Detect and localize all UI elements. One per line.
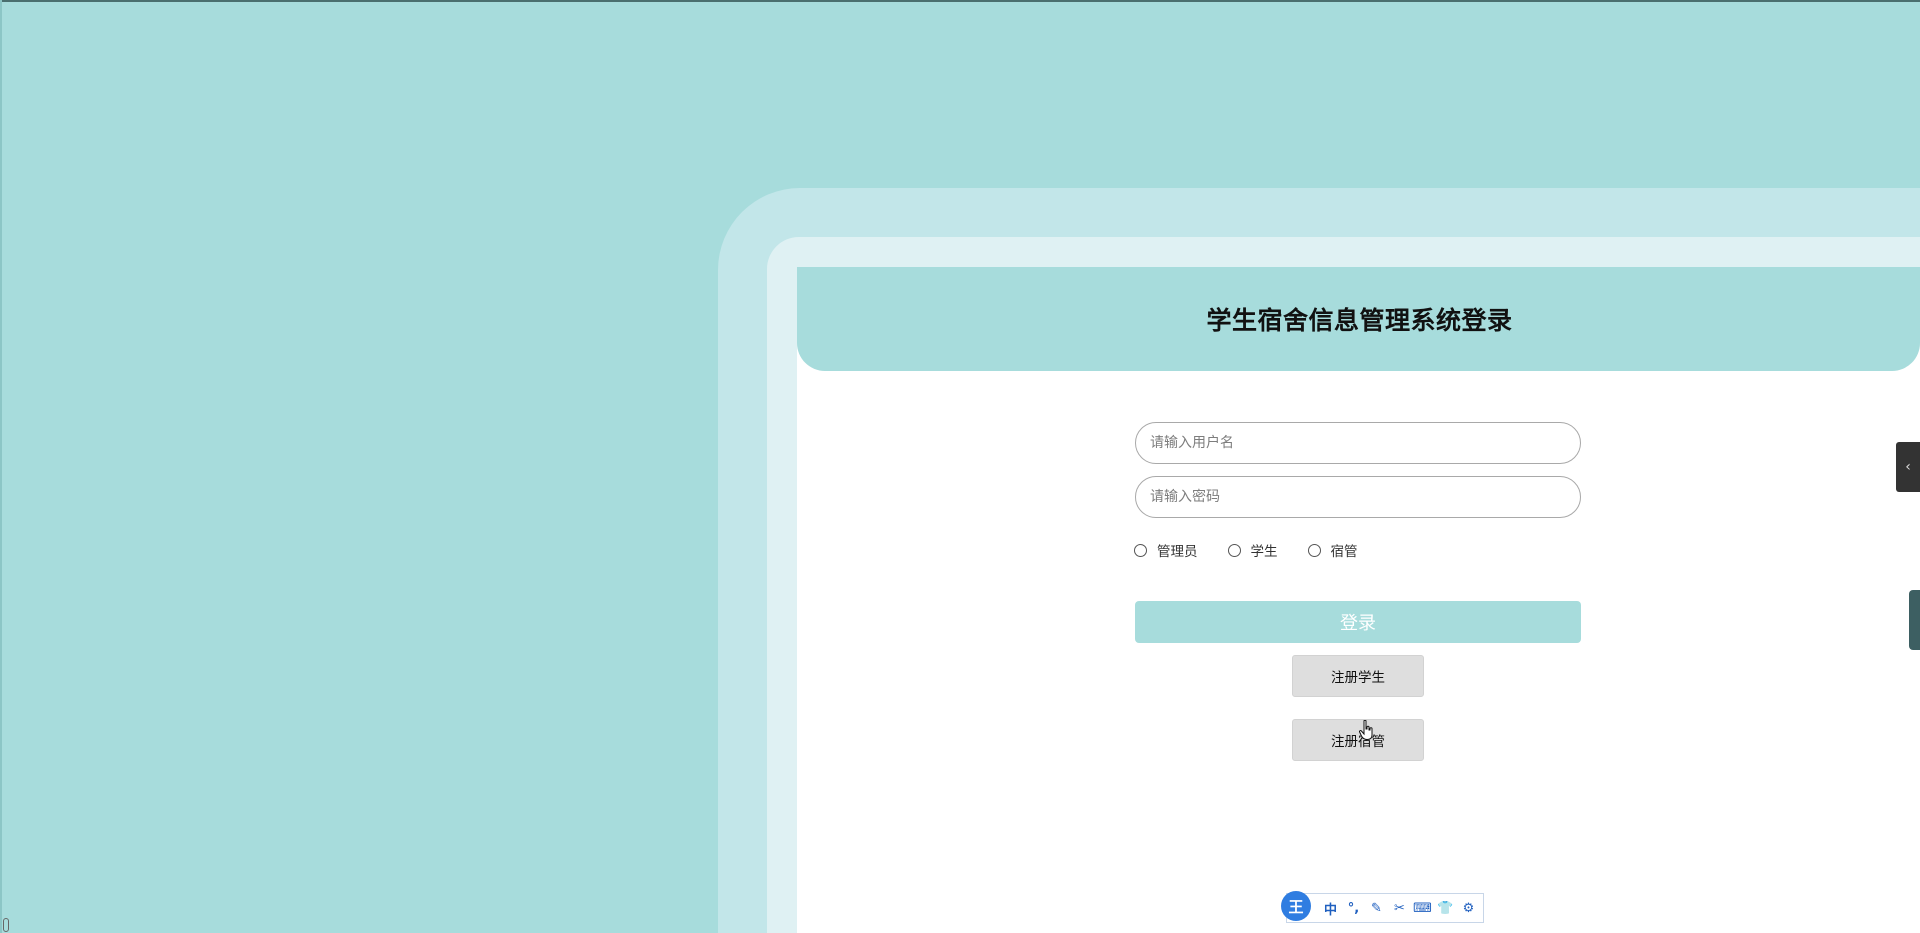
role-option-dorm-manager[interactable]: 宿管 bbox=[1307, 540, 1358, 560]
ime-handwriting-icon[interactable]: ✎ bbox=[1365, 901, 1388, 916]
login-button-label: 登录 bbox=[1340, 613, 1376, 634]
ime-settings-icon[interactable]: ⚙ bbox=[1457, 901, 1480, 916]
ime-toolbar: 王 中 °, ✎ ✂ ⌨ 👕 ⚙ bbox=[1281, 891, 1484, 923]
password-input[interactable] bbox=[1148, 488, 1580, 506]
scroll-indicator[interactable] bbox=[3, 918, 9, 932]
register-dorm-manager-button[interactable]: 注册宿管 bbox=[1292, 719, 1424, 761]
radio-button[interactable] bbox=[1134, 543, 1147, 557]
page-title: 学生宿舍信息管理系统登录 bbox=[1206, 306, 1513, 335]
login-button[interactable]: 登录 bbox=[1135, 601, 1581, 643]
side-drag-handle[interactable] bbox=[1909, 590, 1920, 650]
ime-scissors-icon[interactable]: ✂ bbox=[1388, 901, 1411, 916]
role-option-admin[interactable]: 管理员 bbox=[1134, 540, 1198, 560]
role-label-admin: 管理员 bbox=[1157, 544, 1198, 560]
register-student-label: 注册学生 bbox=[1331, 670, 1385, 686]
role-label-dorm-manager: 宿管 bbox=[1330, 544, 1358, 560]
ime-punctuation-icon[interactable]: °, bbox=[1342, 901, 1365, 916]
register-student-button[interactable]: 注册学生 bbox=[1292, 655, 1424, 697]
window-left-border bbox=[0, 0, 2, 933]
username-input[interactable] bbox=[1148, 434, 1580, 452]
ime-chinese-mode-icon[interactable]: 中 bbox=[1319, 899, 1342, 918]
role-label-student: 学生 bbox=[1250, 544, 1278, 560]
chevron-left-icon: ‹ bbox=[1905, 459, 1911, 475]
register-dorm-manager-label: 注册宿管 bbox=[1331, 734, 1385, 750]
side-panel-toggle[interactable]: ‹ bbox=[1896, 442, 1920, 492]
radio-button[interactable] bbox=[1307, 543, 1321, 557]
role-radio-group: 管理员 学生 宿管 bbox=[1134, 540, 1388, 560]
login-panel-header: 学生宿舍信息管理系统登录 bbox=[797, 267, 1920, 371]
role-option-student[interactable]: 学生 bbox=[1227, 540, 1278, 560]
csdn-watermark: CSDN @Python计算机毕设程序源码_ bbox=[1584, 905, 1867, 924]
username-field[interactable] bbox=[1135, 422, 1581, 464]
password-field[interactable] bbox=[1135, 476, 1581, 518]
login-panel: 学生宿舍信息管理系统登录 管理员 学生 宿管 登录 注册学生 注册宿管 bbox=[797, 267, 1920, 933]
window-top-border bbox=[0, 0, 1920, 2]
radio-button[interactable] bbox=[1227, 543, 1241, 557]
hand-cursor-icon bbox=[1359, 720, 1373, 740]
ime-keyboard-icon[interactable]: ⌨ bbox=[1411, 901, 1434, 916]
ime-logo-icon[interactable]: 王 bbox=[1281, 891, 1311, 921]
ime-skin-icon[interactable]: 👕 bbox=[1434, 901, 1457, 916]
